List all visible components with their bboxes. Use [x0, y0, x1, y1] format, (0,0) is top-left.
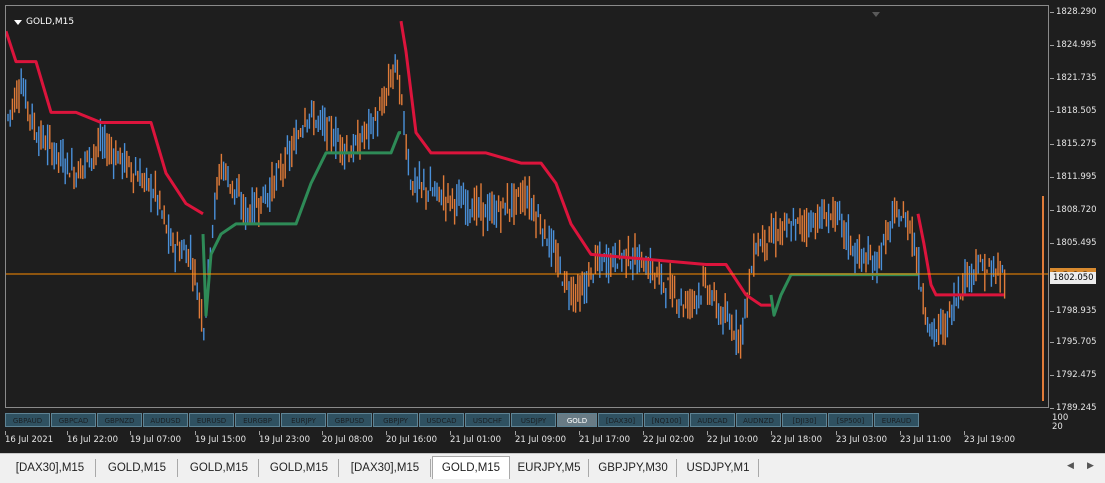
price-tick [1050, 12, 1054, 13]
time-label: 21 Jul 17:00 [579, 435, 630, 445]
price-chart[interactable] [6, 6, 1048, 407]
symbol-button-usdchf[interactable]: USDCHF [465, 413, 510, 427]
time-axis: 16 Jul 2021 16 Jul 22:00 19 Jul 07:00 19 Ju… [5, 431, 1049, 449]
chart-tab[interactable]: GOLD,M15 [432, 456, 510, 479]
chart-tab[interactable]: GOLD,M15 [260, 459, 339, 477]
price-tick [1050, 311, 1054, 312]
symbol-button-bar: GBPAUD GBPCAD GBPNZD AUDUSD EURUSD EURGBP EURJ… [5, 413, 919, 427]
time-label: 19 Jul 15:00 [195, 435, 246, 445]
time-label: 21 Jul 01:00 [450, 435, 501, 445]
symbol-button-audusd[interactable]: AUDUSD [143, 413, 188, 427]
symbol-button-gbpaud[interactable]: GBPAUD [5, 413, 50, 427]
time-label: 19 Jul 07:00 [130, 435, 181, 445]
time-label: 23 Jul 11:00 [900, 435, 951, 445]
price-tick [1050, 111, 1054, 112]
volume-scale: 100 20 [1052, 414, 1068, 432]
time-label: 16 Jul 2021 [5, 435, 54, 445]
time-label: 22 Jul 02:00 [643, 435, 694, 445]
price-tick-label: 1808.720 [1056, 205, 1097, 215]
chart-tab[interactable]: GOLD,M15 [97, 459, 178, 477]
price-tick-label: 1821.735 [1056, 73, 1097, 83]
price-tick [1050, 78, 1054, 79]
symbol-button-eurgbp[interactable]: EURGBP [235, 413, 280, 427]
price-tick [1050, 243, 1054, 244]
indicator-down-line [6, 30, 204, 216]
price-tick [1050, 210, 1054, 211]
scroll-right-icon[interactable]: ▶ [1087, 461, 1094, 471]
symbol-button-euraud[interactable]: EURAUD [874, 413, 919, 427]
price-tick-label: 1818.505 [1056, 106, 1097, 116]
chart-tab[interactable]: GOLD,M15 [180, 459, 259, 477]
symbol-button-eurusd[interactable]: EURUSD [189, 413, 234, 427]
price-tick [1050, 144, 1054, 145]
symbol-button-usdjpy[interactable]: USDJPY [511, 413, 556, 427]
price-tick [1050, 45, 1054, 46]
symbol-button-dji30[interactable]: [DJI30] [782, 413, 827, 427]
price-tick-label: 1792.475 [1056, 370, 1097, 380]
menu-triangle-icon[interactable] [14, 19, 22, 25]
indicator-up-line [201, 131, 401, 317]
price-tick-label: 1811.995 [1056, 172, 1097, 182]
chart-window[interactable]: GOLD,M15 1828.290 1824.995 1821.735 1818.50… [0, 0, 1105, 453]
time-label: 23 Jul 19:00 [964, 435, 1015, 445]
symbol-button-gold[interactable]: GOLD [557, 413, 597, 427]
symbol-button-nq100[interactable]: [NQ100] [644, 413, 689, 427]
time-label: 19 Jul 23:00 [259, 435, 310, 445]
price-tick [1050, 342, 1054, 343]
price-tick-label: 1798.935 [1056, 306, 1097, 316]
symbol-button-gbpjpy[interactable]: GBPJPY [373, 413, 418, 427]
symbol-button-gbpcad[interactable]: GBPCAD [51, 413, 96, 427]
price-tick-label: 1815.275 [1056, 139, 1097, 149]
chart-tab[interactable]: [DAX30],M15 [340, 459, 431, 477]
price-tick-label: 1789.245 [1056, 403, 1097, 413]
chart-tab-bar: ◀ ▶ [DAX30],M15 GOLD,M15 GOLD,M15 GOLD,M15[… [0, 453, 1105, 483]
chart-tab[interactable]: USDJPY,M1 [678, 459, 759, 477]
chart-tab[interactable]: [DAX30],M15 [5, 459, 96, 477]
indicator-up-line [769, 273, 918, 317]
price-tick [1050, 177, 1054, 178]
symbol-button-audcad[interactable]: AUDCAD [690, 413, 735, 427]
time-label: 23 Jul 03:00 [836, 435, 887, 445]
symbol-button-gbpnzd[interactable]: GBPNZD [97, 413, 142, 427]
symbol-button-dax30[interactable]: [DAX30] [598, 413, 643, 427]
price-tick [1050, 375, 1054, 376]
price-tick-label: 1795.705 [1056, 337, 1097, 347]
symbol-button-usdcad[interactable]: USDCAD [419, 413, 464, 427]
symbol-button-eurjpy[interactable]: EURJPY [281, 413, 326, 427]
symbol-button-sp500[interactable]: [SP500] [828, 413, 873, 427]
time-label: 22 Jul 10:00 [707, 435, 758, 445]
chart-title: GOLD,M15 [14, 17, 74, 27]
chart-tab[interactable]: EURJPY,M5 [510, 459, 589, 477]
shift-marker-icon[interactable] [872, 12, 880, 17]
time-label: 21 Jul 09:00 [515, 435, 566, 445]
price-tick-label: 1828.290 [1056, 7, 1097, 17]
price-scale[interactable]: 1828.290 1824.995 1821.735 1818.505 1815.275… [1050, 0, 1105, 453]
time-label: 20 Jul 16:00 [386, 435, 437, 445]
symbol-button-audnzd[interactable]: AUDNZD [736, 413, 781, 427]
plot-area[interactable]: GOLD,M15 [5, 5, 1049, 408]
chart-tab[interactable]: GBPJPY,M30 [590, 459, 677, 477]
scroll-left-icon[interactable]: ◀ [1067, 461, 1074, 471]
time-label: 20 Jul 08:00 [322, 435, 373, 445]
price-tick-label: 1824.995 [1056, 40, 1097, 50]
chart-symbol-label: GOLD,M15 [26, 17, 75, 27]
time-label: 22 Jul 18:00 [771, 435, 822, 445]
time-label: 16 Jul 22:00 [67, 435, 118, 445]
symbol-button-gbpusd[interactable]: GBPUSD [327, 413, 372, 427]
price-tick-label: 1805.495 [1056, 238, 1097, 248]
indicator-down-line [399, 20, 771, 307]
current-price-label: 1802.050 [1050, 272, 1096, 284]
price-tick [1050, 408, 1054, 409]
volume-scale-bottom: 20 [1052, 422, 1063, 432]
